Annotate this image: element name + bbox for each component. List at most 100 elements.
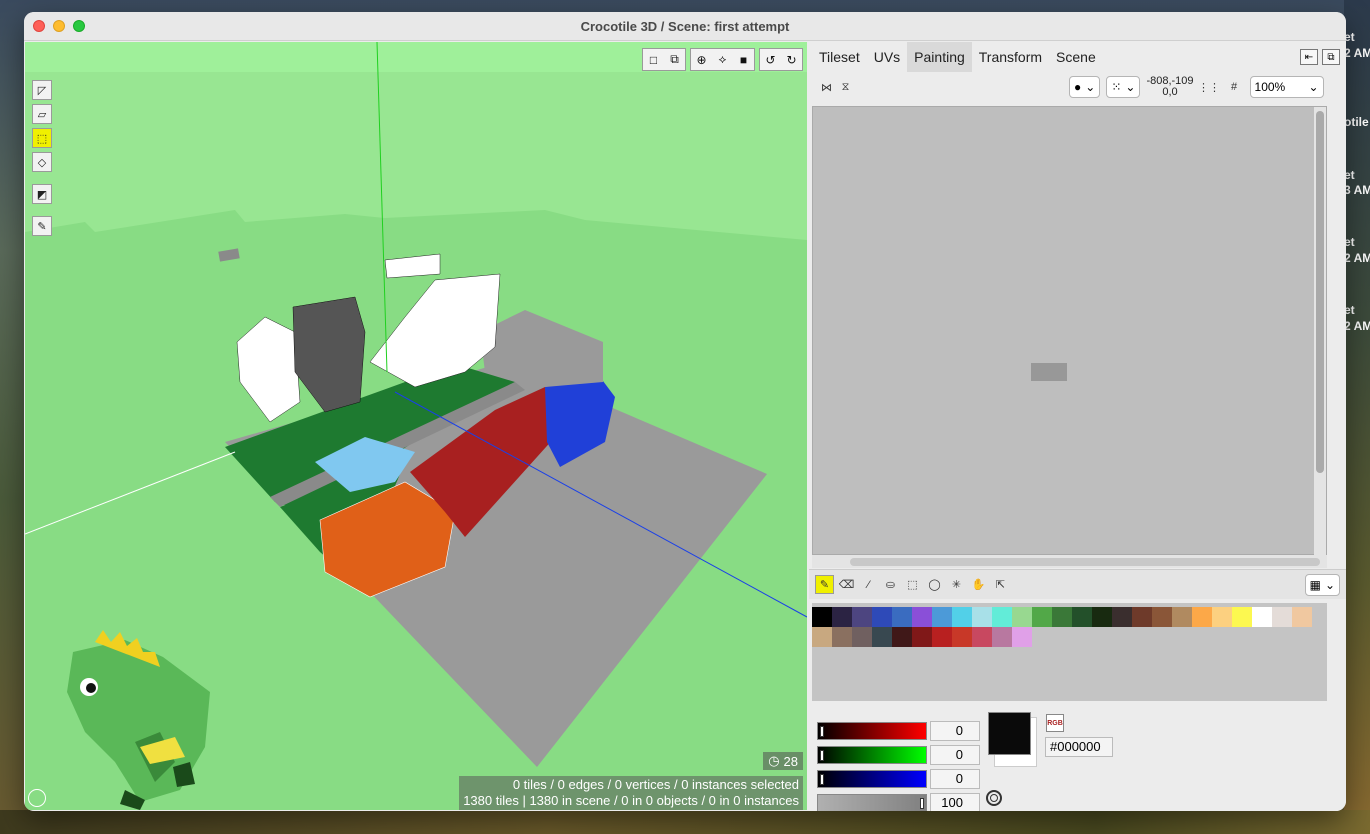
fps-value: 28 [783,753,798,769]
zoom-select[interactable]: 100% ⌄ [1249,76,1324,98]
color-palette [812,603,1327,701]
palette-swatch[interactable] [932,607,952,627]
vertical-scrollbar[interactable] [1314,107,1326,556]
palette-swatch[interactable] [912,607,932,627]
palette-swatch[interactable] [832,627,852,647]
green-value[interactable]: 0 [930,745,980,765]
rect-select-icon[interactable]: ⬚ [903,575,922,594]
tile-mode-icon[interactable]: ⬚ [32,128,52,148]
green-slider[interactable] [817,746,927,764]
blue-slider[interactable] [817,770,927,788]
horizontal-scrollbar[interactable] [812,555,1327,568]
alpha-value[interactable]: 100 [930,793,980,811]
undo-icon[interactable]: ↺ [760,49,781,70]
palette-swatch[interactable] [1112,607,1132,627]
tab-tileset[interactable]: Tileset [812,42,867,72]
select-icon[interactable]: ◩ [32,184,52,204]
draw-tool-icon[interactable]: ✎ [32,216,52,236]
palette-swatch[interactable] [832,607,852,627]
desktop-label: 2 AM [1344,319,1370,333]
tab-scene[interactable]: Scene [1049,42,1103,72]
tab-uvs[interactable]: UVs [867,42,907,72]
edge-mode-icon[interactable]: ◇ [32,152,52,172]
lasso-icon[interactable]: ◯ [925,575,944,594]
primary-color-swatch[interactable] [988,712,1031,755]
desktop-label: et [1344,235,1355,249]
palette-swatch[interactable] [1012,627,1032,647]
close-button[interactable] [33,20,45,32]
pin-panel-icon[interactable]: ⇤ [1300,49,1318,65]
target-icon[interactable] [986,790,1002,806]
palette-swatch[interactable] [852,607,872,627]
eyedropper-icon[interactable]: ⁄ [859,575,878,594]
flip-horizontal-icon[interactable]: ⋈ [817,78,836,97]
red-value[interactable]: 0 [930,721,980,741]
move-icon[interactable]: ⇱ [991,575,1010,594]
brush-shape-select[interactable]: ● ⌄ [1069,76,1101,98]
rotate-icon[interactable]: ⟡ [712,49,733,70]
palette-swatch[interactable] [932,627,952,647]
fill-bucket-icon[interactable]: ⛀ [881,575,900,594]
hand-icon[interactable]: ✋ [969,575,988,594]
minimize-button[interactable] [53,20,65,32]
blue-value[interactable]: 0 [930,769,980,789]
window-title: Crocotile 3D / Scene: first attempt [580,18,790,34]
palette-swatch[interactable] [872,607,892,627]
snap-icon[interactable]: ⊕ [691,49,712,70]
flip-vertical-icon[interactable]: ⧖ [836,78,855,97]
palette-swatch[interactable] [1252,607,1272,627]
palette-swatch[interactable] [992,627,1012,647]
palette-swatch[interactable] [812,627,832,647]
desktop-label: otile [1344,115,1369,129]
palette-swatch[interactable] [1272,607,1292,627]
palette-swatch[interactable] [1092,607,1112,627]
palette-swatch[interactable] [972,627,992,647]
fill-icon[interactable]: ■ [733,49,754,70]
eraser-icon[interactable]: ⌫ [837,575,856,594]
hex-color-field[interactable]: #000000 [1045,737,1113,757]
palette-swatch[interactable] [952,607,972,627]
palette-swatch[interactable] [1212,607,1232,627]
maximize-button[interactable] [73,20,85,32]
vertex-mode-icon[interactable]: ◸ [32,80,52,100]
grid-toggle-icon[interactable]: ⋮⋮ [1198,78,1220,97]
face-mode-icon[interactable]: ▱ [32,104,52,124]
redo-icon[interactable]: ↻ [781,49,802,70]
orbit-indicator-icon[interactable] [28,789,46,807]
single-view-icon[interactable]: □ [643,49,664,70]
3d-viewport[interactable]: ◸ ▱ ⬚ ◇ ◩ ✎ □ ⧉ ⊕ ⟡ ■ ↺ ↻ ◷ 28 0 tiles /… [25,42,807,810]
palette-swatch[interactable] [1132,607,1152,627]
magic-wand-icon[interactable]: ✳ [947,575,966,594]
palette-swatch[interactable] [1072,607,1092,627]
palette-swatch[interactable] [1012,607,1032,627]
cube-view-icon[interactable]: ⧉ [664,49,685,70]
palette-swatch[interactable] [992,607,1012,627]
palette-swatch[interactable] [1292,607,1312,627]
palette-swatch[interactable] [1032,607,1052,627]
palette-swatch[interactable] [872,627,892,647]
tab-transform[interactable]: Transform [972,42,1049,72]
red-slider[interactable] [817,722,927,740]
palette-swatch[interactable] [1232,607,1252,627]
palette-select[interactable]: ▦ ⌄ [1304,574,1340,596]
palette-swatch[interactable] [892,607,912,627]
palette-swatch[interactable] [1152,607,1172,627]
palette-swatch[interactable] [1192,607,1212,627]
tab-painting[interactable]: Painting [907,42,972,72]
palette-swatch[interactable] [852,627,872,647]
paint-canvas[interactable] [812,106,1327,556]
brush-pattern-select[interactable]: ⁙ ⌄ [1106,76,1141,98]
palette-swatch[interactable] [912,627,932,647]
palette-swatch[interactable] [812,607,832,627]
palette-swatch[interactable] [1172,607,1192,627]
pencil-icon[interactable]: ✎ [815,575,834,594]
alpha-slider[interactable] [817,794,927,811]
palette-swatch[interactable] [972,607,992,627]
tile-preview [1031,363,1067,381]
detach-panel-icon[interactable]: ⧉ [1322,49,1340,65]
palette-swatch[interactable] [1052,607,1072,627]
palette-swatch[interactable] [952,627,972,647]
pixel-grid-icon[interactable]: # [1225,78,1244,97]
rgb-mode-button[interactable]: RGB [1046,714,1064,732]
palette-swatch[interactable] [892,627,912,647]
